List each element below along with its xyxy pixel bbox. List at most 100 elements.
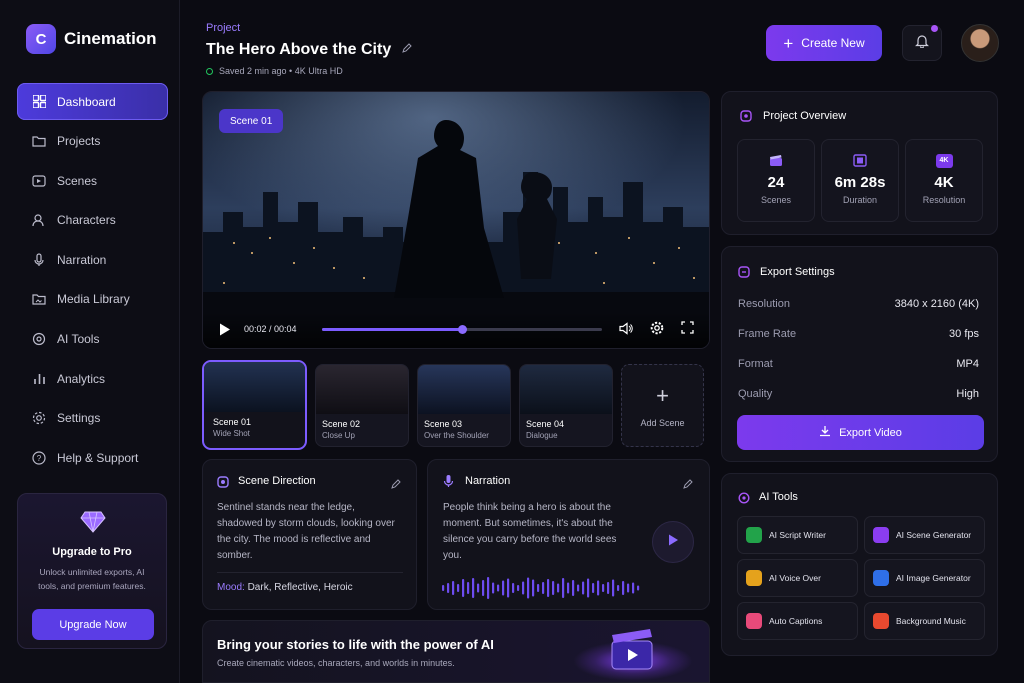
sidebar-item-characters[interactable]: Characters (17, 202, 168, 239)
ai-tool-background-music[interactable]: Background Music (864, 602, 985, 640)
scene-thumb-2[interactable]: Scene 02 Close Up (315, 364, 409, 447)
stat-resolution: 4K 4K Resolution (905, 139, 983, 222)
ai-tool-icon (746, 570, 762, 586)
progress-fill (322, 328, 462, 331)
play-icon[interactable] (219, 323, 231, 341)
export-value-quality[interactable]: High (956, 388, 979, 400)
scene-thumb-1[interactable]: Scene 01 Wide Shot (202, 360, 307, 450)
sidebar-item-analytics[interactable]: Analytics (17, 360, 168, 397)
page-title: The Hero Above the City (206, 41, 392, 58)
grid-icon (32, 95, 46, 109)
upgrade-card: Upgrade to Pro Unlock unlimited exports,… (17, 493, 167, 649)
ai-tool-ai-script-writer[interactable]: AI Script Writer (737, 516, 858, 554)
edit-narration-icon[interactable] (683, 476, 693, 494)
sidebar-item-label: Help & Support (57, 450, 139, 465)
narration-play-button[interactable] (652, 521, 694, 563)
waveform-bar (527, 577, 530, 599)
ai-banner: Bring your stories to life with the powe… (202, 620, 710, 683)
settings-gear-icon[interactable] (650, 321, 664, 340)
waveform-bar (512, 583, 515, 593)
progress-handle[interactable] (458, 325, 467, 334)
notifications-button[interactable] (902, 25, 942, 61)
scene-thumb-3[interactable]: Scene 03 Over the Shoulder (417, 364, 511, 447)
waveform-bar (577, 584, 580, 592)
sidebar-item-scenes[interactable]: Scenes (17, 162, 168, 199)
ai-tool-ai-image-generator[interactable]: AI Image Generator (864, 559, 985, 597)
ai-tool-icon (873, 527, 889, 543)
ai-tool-ai-voice-over[interactable]: AI Voice Over (737, 559, 858, 597)
sidebar-item-help[interactable]: ? Help & Support (17, 439, 168, 476)
waveform-bar (552, 581, 555, 595)
time-readout: 00:02 / 00:04 (244, 324, 297, 334)
ai-tool-ai-scene-generator[interactable]: AI Scene Generator (864, 516, 985, 554)
ai-tool-label: Background Music (896, 616, 966, 626)
waveform-bar (457, 584, 460, 592)
export-value-resolution[interactable]: 3840 x 2160 (4K) (895, 298, 979, 310)
create-new-label: Create New (801, 36, 865, 50)
export-value-format[interactable]: MP4 (956, 358, 979, 370)
ai-tool-auto-captions[interactable]: Auto Captions (737, 602, 858, 640)
4k-icon: 4K (935, 154, 953, 168)
volume-icon[interactable] (619, 322, 633, 340)
help-icon: ? (32, 451, 46, 465)
create-new-button[interactable]: + Create New (766, 25, 882, 61)
waveform-bar (462, 579, 465, 597)
sidebar-item-dashboard[interactable]: Dashboard (17, 83, 168, 120)
download-icon (819, 425, 831, 440)
play-icon (668, 533, 679, 551)
stat-scenes: 24 Scenes (737, 139, 815, 222)
stat-value: 6m 28s (834, 174, 886, 191)
sidebar-item-settings[interactable]: Settings (17, 400, 168, 437)
add-scene-button[interactable]: + Add Scene (621, 364, 704, 447)
export-value-frame-rate[interactable]: 30 fps (949, 328, 979, 340)
saved-dot-icon (206, 67, 213, 75)
sidebar-item-projects[interactable]: Projects (17, 123, 168, 160)
waveform-bar (497, 584, 500, 592)
film-icon (32, 174, 46, 188)
stat-duration: 6m 28s Duration (821, 139, 899, 222)
scene-thumbnail-image (418, 365, 510, 414)
sidebar-item-label: Characters (57, 213, 116, 228)
mood-row: Mood: Dark, Reflective, Heroic (217, 582, 353, 593)
upgrade-now-button[interactable]: Upgrade Now (32, 609, 154, 640)
waveform-bar (452, 581, 455, 595)
edit-title-icon[interactable] (401, 41, 412, 59)
export-title: Export Settings (760, 266, 835, 278)
ai-tool-label: Auto Captions (769, 616, 823, 626)
notification-dot (931, 25, 938, 32)
edit-direction-icon[interactable] (391, 476, 401, 494)
app-logo[interactable]: C Cinemation (26, 24, 157, 54)
scene-thumb-title: Scene 01 (213, 417, 252, 427)
sidebar-item-ai-tools[interactable]: AI Tools (17, 321, 168, 358)
scene-thumb-sub: Wide Shot (213, 429, 250, 438)
ai-tool-icon (873, 570, 889, 586)
sidebar-item-label: Dashboard (57, 94, 116, 109)
ai-icon (32, 332, 46, 346)
waveform-bar (542, 582, 545, 594)
scene-thumb-4[interactable]: Scene 04 Dialogue (519, 364, 613, 447)
export-settings-card: Export Settings Resolution 3840 x 2160 (… (721, 246, 998, 462)
avatar[interactable] (961, 24, 999, 62)
scene-badge: Scene 01 (219, 109, 284, 133)
project-eyebrow: Project (206, 22, 241, 34)
overview-icon (740, 109, 752, 127)
waveform-bar (532, 579, 535, 597)
media-icon (32, 292, 46, 306)
export-label: Quality (738, 388, 773, 400)
banner-subtitle: Create cinematic videos, characters, and… (217, 658, 455, 668)
sidebar-item-label: Projects (57, 134, 101, 149)
sidebar-item-narration[interactable]: Narration (17, 241, 168, 278)
export-video-button[interactable]: Export Video (737, 415, 984, 450)
mood-label: Mood: (217, 582, 245, 593)
direction-icon (217, 475, 229, 493)
fullscreen-icon[interactable] (681, 321, 694, 339)
direction-text: Sentinel stands near the ledge, shadowed… (217, 502, 395, 561)
waveform-bar (447, 583, 450, 593)
sidebar-item-label: AI Tools (57, 332, 100, 347)
video-player[interactable]: Scene 01 00:02 / 00:04 (202, 91, 710, 349)
sidebar-item-label: Media Library (57, 292, 130, 307)
sidebar-item-media-library[interactable]: Media Library (17, 281, 168, 318)
narration-text: People think being a hero is about the m… (443, 502, 617, 561)
scene-direction-card: Scene Direction Sentinel stands near the… (202, 459, 417, 610)
progress-track[interactable] (322, 325, 602, 334)
